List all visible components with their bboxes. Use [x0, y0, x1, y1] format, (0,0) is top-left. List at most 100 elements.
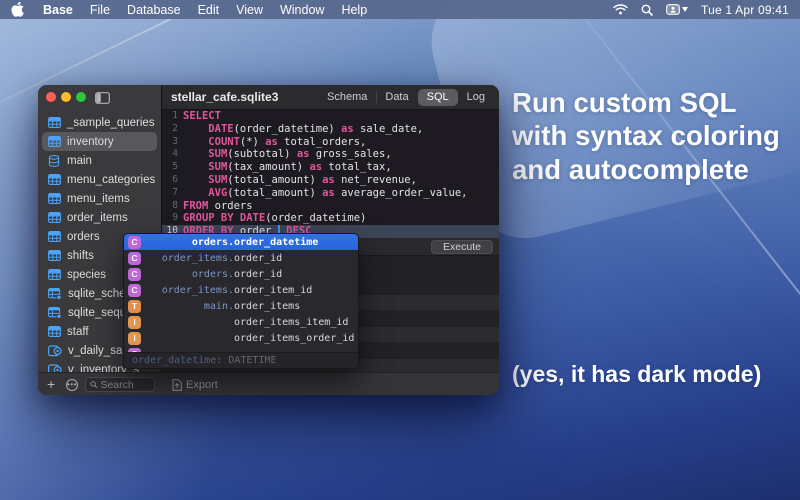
table-icon	[48, 269, 61, 280]
sidebar-item-inventory[interactable]: inventory	[42, 132, 157, 151]
sql-keyword: SUM	[208, 148, 228, 161]
code-line-8[interactable]: 8 FROM orders	[162, 200, 499, 213]
code-line-9[interactable]: 9 GROUP BY DATE(order_datetime)	[162, 212, 499, 225]
user-switch-icon[interactable]	[666, 4, 689, 15]
sql-keyword: as	[265, 135, 278, 148]
autocomplete-type-hint: order_datetime: DATETIME	[124, 352, 358, 368]
menu-file[interactable]: File	[90, 3, 110, 17]
autocomplete-item[interactable]: Tmain. order_items	[124, 298, 358, 314]
menu-help[interactable]: Help	[341, 3, 367, 17]
table-icon	[48, 231, 61, 242]
code-line-7[interactable]: 7 AVG(total_amount) as average_order_val…	[162, 187, 499, 200]
line-number: 7	[172, 186, 178, 198]
autocomplete-item[interactable]: Iorder_items_order_id	[124, 330, 358, 346]
sidebar-item-main[interactable]: main	[42, 151, 157, 170]
index-badge-icon: I	[128, 315, 141, 329]
line-number: 5	[172, 161, 178, 173]
sql-text: (subtotal)	[227, 148, 297, 161]
sql-keyword: as	[322, 186, 335, 199]
menu-base[interactable]: Base	[43, 3, 73, 17]
close-window-button[interactable]	[46, 92, 56, 102]
autocomplete-item[interactable]: Iorder_items_item_id	[124, 314, 358, 330]
view-tabs: Schema Data SQL Log	[318, 88, 494, 106]
sql-editor[interactable]: 1 SELECT 2 DATE(order_datetime) as sale_da…	[162, 110, 499, 238]
autocomplete-item[interactable]: Corders. order_datetime	[124, 234, 358, 250]
table-icon	[48, 250, 61, 261]
autocomplete-popup: Corders. order_datetime Corder_items. order…	[123, 233, 359, 369]
completion-name: order_id	[234, 268, 283, 280]
more-options-button[interactable]: •••	[66, 379, 78, 391]
sidebar-item-order_items[interactable]: order_items	[42, 208, 157, 227]
code-line-1[interactable]: 1 SELECT	[162, 110, 499, 123]
zoom-window-button[interactable]	[76, 92, 86, 102]
menu-window[interactable]: Window	[280, 3, 324, 17]
tab-log[interactable]: Log	[458, 89, 494, 106]
sidebar-search-field[interactable]	[85, 377, 155, 392]
sql-keyword: SELECT	[183, 110, 221, 122]
menu-view[interactable]: View	[236, 3, 263, 17]
index-badge-icon: I	[128, 331, 141, 345]
view-icon	[48, 344, 62, 357]
sidebar-item-_sample_queries[interactable]: _sample_queries	[42, 113, 157, 132]
wifi-icon[interactable]	[613, 4, 628, 15]
sql-keyword: SUM	[208, 161, 228, 174]
minimize-window-button[interactable]	[61, 92, 71, 102]
autocomplete-item[interactable]: Corder_items. order_item_id	[124, 282, 358, 298]
sidebar-toggle-icon[interactable]	[95, 91, 110, 109]
table-icon	[48, 174, 61, 185]
code-content: SELECT	[183, 110, 221, 123]
completion-prefix: main.	[203, 300, 234, 312]
line-number: 1	[172, 110, 178, 121]
table-badge-icon	[48, 306, 62, 319]
export-button[interactable]: Export	[172, 373, 218, 395]
export-icon	[172, 378, 182, 391]
autocomplete-item[interactable]: Corders. order_id	[124, 266, 358, 282]
menu-database[interactable]: Database	[127, 3, 181, 17]
code-content: SUM(total_amount) as net_revenue,	[183, 174, 417, 187]
code-line-6[interactable]: 6 SUM(total_amount) as net_revenue,	[162, 174, 499, 187]
tab-data[interactable]: Data	[376, 89, 417, 106]
spotlight-search-icon[interactable]	[641, 4, 653, 16]
code-content: SUM(subtotal) as gross_sales,	[183, 148, 391, 161]
sql-keyword: as	[322, 173, 335, 186]
sql-keyword: as	[296, 148, 310, 161]
sql-text: average_order_value,	[334, 186, 468, 199]
sql-keyword: GROUP BY	[183, 212, 234, 225]
code-content: DATE(order_datetime) as sale_date,	[183, 123, 423, 136]
code-line-3[interactable]: 3 COUNT(*) as total_orders,	[162, 136, 499, 149]
sidebar-item-label: menu_items	[67, 192, 130, 205]
completion-prefix: orders.	[191, 268, 234, 280]
titlebar: stellar_cafe.sqlite3 Schema Data SQL Log	[162, 85, 499, 110]
add-table-button[interactable]: +	[47, 376, 55, 392]
code-line-4[interactable]: 4 SUM(subtotal) as gross_sales,	[162, 148, 499, 161]
autocomplete-item[interactable]: Corder_items. order_id	[124, 250, 358, 266]
code-line-5[interactable]: 5 SUM(tax_amount) as total_tax,	[162, 161, 499, 174]
code-line-2[interactable]: 2 DATE(order_datetime) as sale_date,	[162, 123, 499, 136]
headline-line: and autocomplete	[512, 153, 749, 185]
code-content: COUNT(*) as total_orders,	[183, 136, 366, 149]
sidebar-item-menu_items[interactable]: menu_items	[42, 189, 157, 208]
sidebar-item-label: main	[67, 154, 92, 167]
code-content: AVG(total_amount) as average_order_value…	[183, 186, 468, 200]
sql-keyword: SUM	[208, 173, 228, 186]
sidebar-item-label: shifts	[67, 249, 94, 262]
window-title: stellar_cafe.sqlite3	[171, 90, 279, 104]
tab-schema[interactable]: Schema	[318, 89, 376, 106]
column-badge-icon: C	[128, 235, 141, 249]
menu-edit[interactable]: Edit	[198, 3, 220, 17]
apple-menu-icon[interactable]	[11, 2, 24, 17]
line-number: 8	[172, 199, 178, 211]
completion-name: order_items_item_id	[234, 316, 349, 328]
execute-button[interactable]: Execute	[431, 239, 493, 254]
sidebar-item-menu_categories[interactable]: menu_categories	[42, 170, 157, 189]
search-input[interactable]	[100, 378, 150, 391]
completion-name: order_items_order_id	[234, 332, 355, 344]
code-content: SUM(tax_amount) as total_tax,	[183, 161, 391, 174]
search-icon	[90, 381, 98, 389]
footnote-text: (yes, it has dark mode)	[512, 361, 762, 387]
tab-sql[interactable]: SQL	[417, 88, 458, 106]
sidebar-item-label: _sample_queries	[67, 116, 155, 129]
menubar-clock[interactable]: Tue 1 Apr 09:41	[701, 3, 789, 17]
